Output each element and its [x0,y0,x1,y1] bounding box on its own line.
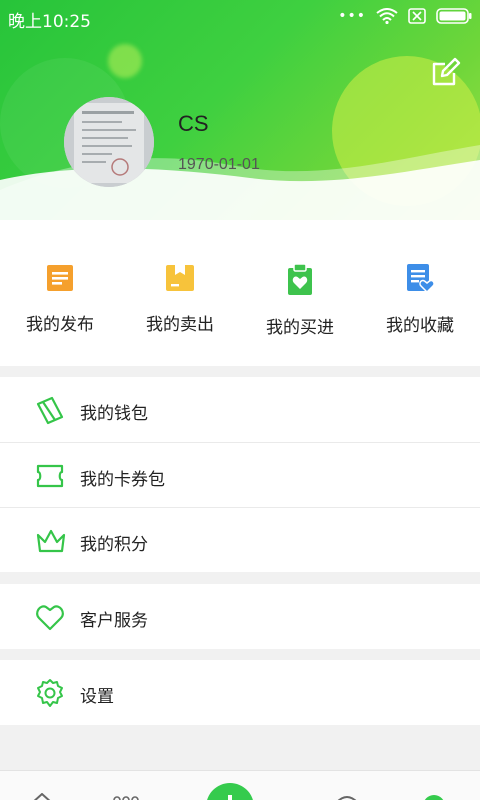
crown-icon [36,529,66,553]
heart-icon [36,605,64,631]
avatar-image [64,97,154,187]
decor-bubble [108,44,142,78]
clipboard-heart-icon [288,263,312,295]
ticket-icon [36,464,64,488]
message-tab-icon[interactable] [334,795,360,800]
menu-label: 客户服务 [80,611,148,631]
order-label: 我的卖出 [146,315,214,335]
order-label: 我的收藏 [386,316,454,336]
wifi-icon [376,8,398,24]
order-my-favorites[interactable]: 我的收藏 [360,220,480,366]
order-label: 我的发布 [26,315,94,335]
sold-box-icon [166,265,194,291]
menu-label: 设置 [80,687,114,707]
menu-item-customer-service[interactable]: 客户服务 [0,584,480,649]
menu-label: 我的钱包 [80,404,148,424]
profile-tab-icon[interactable] [423,795,445,800]
publish-icon [47,265,73,291]
user-nickname: CS [178,111,209,136]
asset-menu-group: 我的钱包 我的卡券包 我的积分 [0,377,480,572]
wallet-icon [36,396,64,425]
user-birthday: 1970-01-01 [178,156,260,173]
menu-label: 我的积分 [80,535,148,555]
status-bar: 晚上10:25 ••• [0,0,480,34]
home-tab-icon[interactable] [30,793,54,800]
profile-header: 晚上10:25 ••• CS 1970-01-01 [0,0,480,220]
menu-item-wallet[interactable]: 我的钱包 [0,377,480,442]
edit-profile-icon[interactable] [430,56,462,88]
menu-item-points[interactable]: 我的积分 [0,507,480,572]
menu-item-coupons[interactable]: 我的卡券包 [0,442,480,507]
settings-menu-group: 设置 [0,660,480,725]
status-time: 晚上10:25 [8,12,91,32]
more-dots-icon: ••• [338,8,366,24]
gear-icon [37,679,63,707]
favorite-doc-icon [407,264,435,294]
sim-off-icon [408,8,426,24]
menu-label: 我的卡券包 [80,470,165,490]
order-my-sold[interactable]: 我的卖出 [120,220,240,366]
order-shortcuts: 我的发布 我的卖出 我的买进 我的收藏 [0,220,480,366]
order-label: 我的买进 [266,318,334,338]
avatar[interactable] [64,97,154,187]
order-my-bought[interactable]: 我的买进 [240,220,360,366]
category-tab-icon[interactable] [112,795,140,800]
menu-item-settings[interactable]: 设置 [0,660,480,725]
service-menu-group: 客户服务 [0,584,480,649]
battery-icon [436,8,472,24]
order-my-published[interactable]: 我的发布 [0,220,120,366]
